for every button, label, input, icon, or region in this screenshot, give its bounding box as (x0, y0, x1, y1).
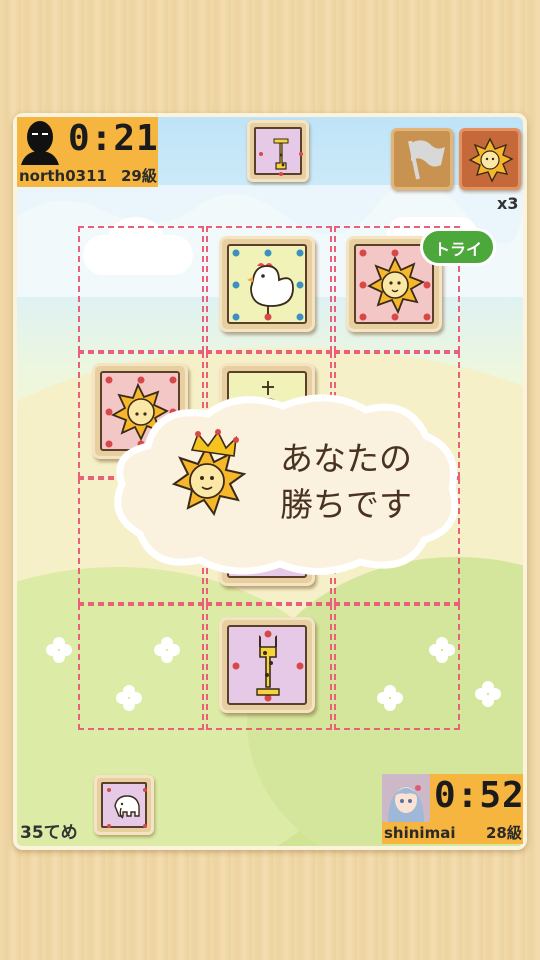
opponent-avatar (17, 117, 63, 165)
result-line-2: 勝ちです (280, 485, 412, 524)
result-message: あなたの 勝ちです (280, 436, 460, 528)
player-name-bar: shinimai 28級 (382, 822, 523, 844)
flag-icon (408, 140, 445, 180)
flower-icon (475, 681, 501, 707)
player-name: shinimai (384, 824, 456, 842)
board-cell-3-2[interactable] (334, 604, 460, 730)
try-bubble: トライ (420, 228, 496, 266)
crowned-lion-icon (171, 429, 247, 517)
elephant-icon (107, 788, 147, 828)
hint-button[interactable] (459, 128, 521, 190)
move-counter: 35てめ (20, 823, 78, 843)
silhouette-avatar-icon (21, 121, 59, 165)
player-avatar (382, 774, 430, 822)
giraffe-icon (259, 138, 303, 176)
board-cell-3-0[interactable] (78, 604, 204, 730)
chicken-icon (232, 249, 304, 321)
board-cell-0-0[interactable] (78, 226, 204, 352)
opponent-rank: 29級 (121, 167, 157, 185)
opponent-name: north0311 (19, 167, 107, 185)
lion-icon (468, 137, 514, 183)
opponent-hand-giraffe (247, 120, 309, 182)
giraffe-icon (232, 630, 304, 702)
resign-button[interactable] (391, 128, 453, 190)
player-hand-elephant[interactable] (94, 775, 154, 835)
player-timer: 0:52 (434, 775, 525, 816)
flower-icon (46, 637, 72, 663)
result-line-1: あなたの (280, 439, 412, 478)
giraffe-piece[interactable] (219, 617, 315, 713)
opponent-timer: 0:21 (68, 118, 159, 159)
player-rank: 28級 (486, 824, 522, 842)
opponent-name-bar: north0311 29級 (17, 165, 158, 187)
anime-girl-avatar-icon (382, 774, 430, 822)
hint-multiplier: x3 (497, 194, 519, 213)
result-panel: あなたの 勝ちです (108, 388, 464, 578)
chicken-piece[interactable] (219, 236, 315, 332)
